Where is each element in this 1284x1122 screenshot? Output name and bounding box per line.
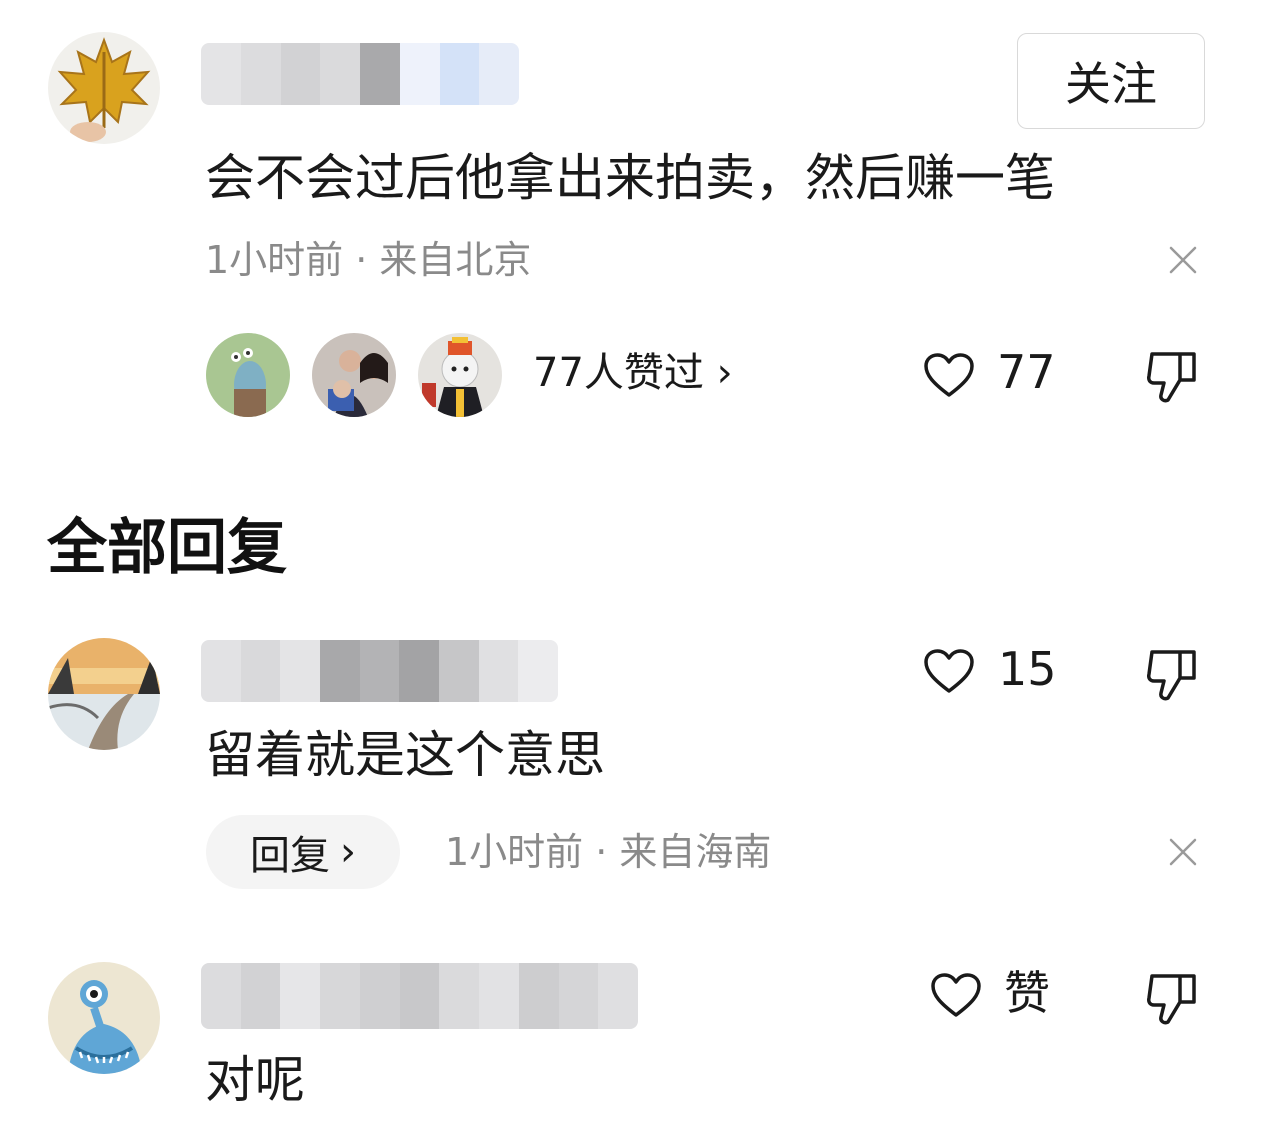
heart-outline-icon[interactable] (923, 352, 975, 398)
chevron-right-icon: › (340, 829, 356, 875)
heart-outline-icon[interactable] (930, 972, 982, 1018)
liker-avatar[interactable] (312, 333, 396, 417)
reply-button[interactable]: 回复 › (206, 815, 400, 889)
reply-text: 对呢 (205, 1051, 305, 1109)
reply-name-blurred[interactable] (201, 963, 638, 1029)
reply-button-label: 回复 (250, 833, 330, 879)
close-icon[interactable] (1168, 837, 1198, 867)
all-replies-title: 全部回复 (47, 513, 287, 583)
likers-summary-link[interactable]: 77人赞过 › (533, 350, 733, 396)
comment-text: 会不会过后他拿出来拍卖，然后赚一笔 (205, 149, 1055, 207)
like-label: 赞 (1004, 966, 1050, 1020)
reply-avatar[interactable] (48, 962, 160, 1074)
thumbs-down-icon[interactable] (1146, 648, 1198, 702)
comment-meta: 1小时前 · 来自北京 (205, 238, 532, 282)
liker-avatar[interactable] (206, 333, 290, 417)
thumbs-down-icon[interactable] (1146, 972, 1198, 1026)
reply-name-blurred[interactable] (201, 640, 558, 702)
commenter-avatar[interactable] (48, 32, 160, 144)
follow-button[interactable]: 关注 (1017, 33, 1205, 129)
like-count: 15 (998, 642, 1057, 696)
reply-avatar[interactable] (48, 638, 160, 750)
thumbs-down-icon[interactable] (1146, 350, 1198, 404)
reply-meta: 1小时前 · 来自海南 (445, 830, 772, 874)
close-icon[interactable] (1168, 245, 1198, 275)
liker-avatar[interactable] (418, 333, 502, 417)
like-count: 77 (997, 345, 1056, 399)
heart-outline-icon[interactable] (923, 648, 975, 694)
commenter-name-blurred[interactable] (201, 43, 519, 105)
reply-text: 留着就是这个意思 (205, 726, 605, 784)
